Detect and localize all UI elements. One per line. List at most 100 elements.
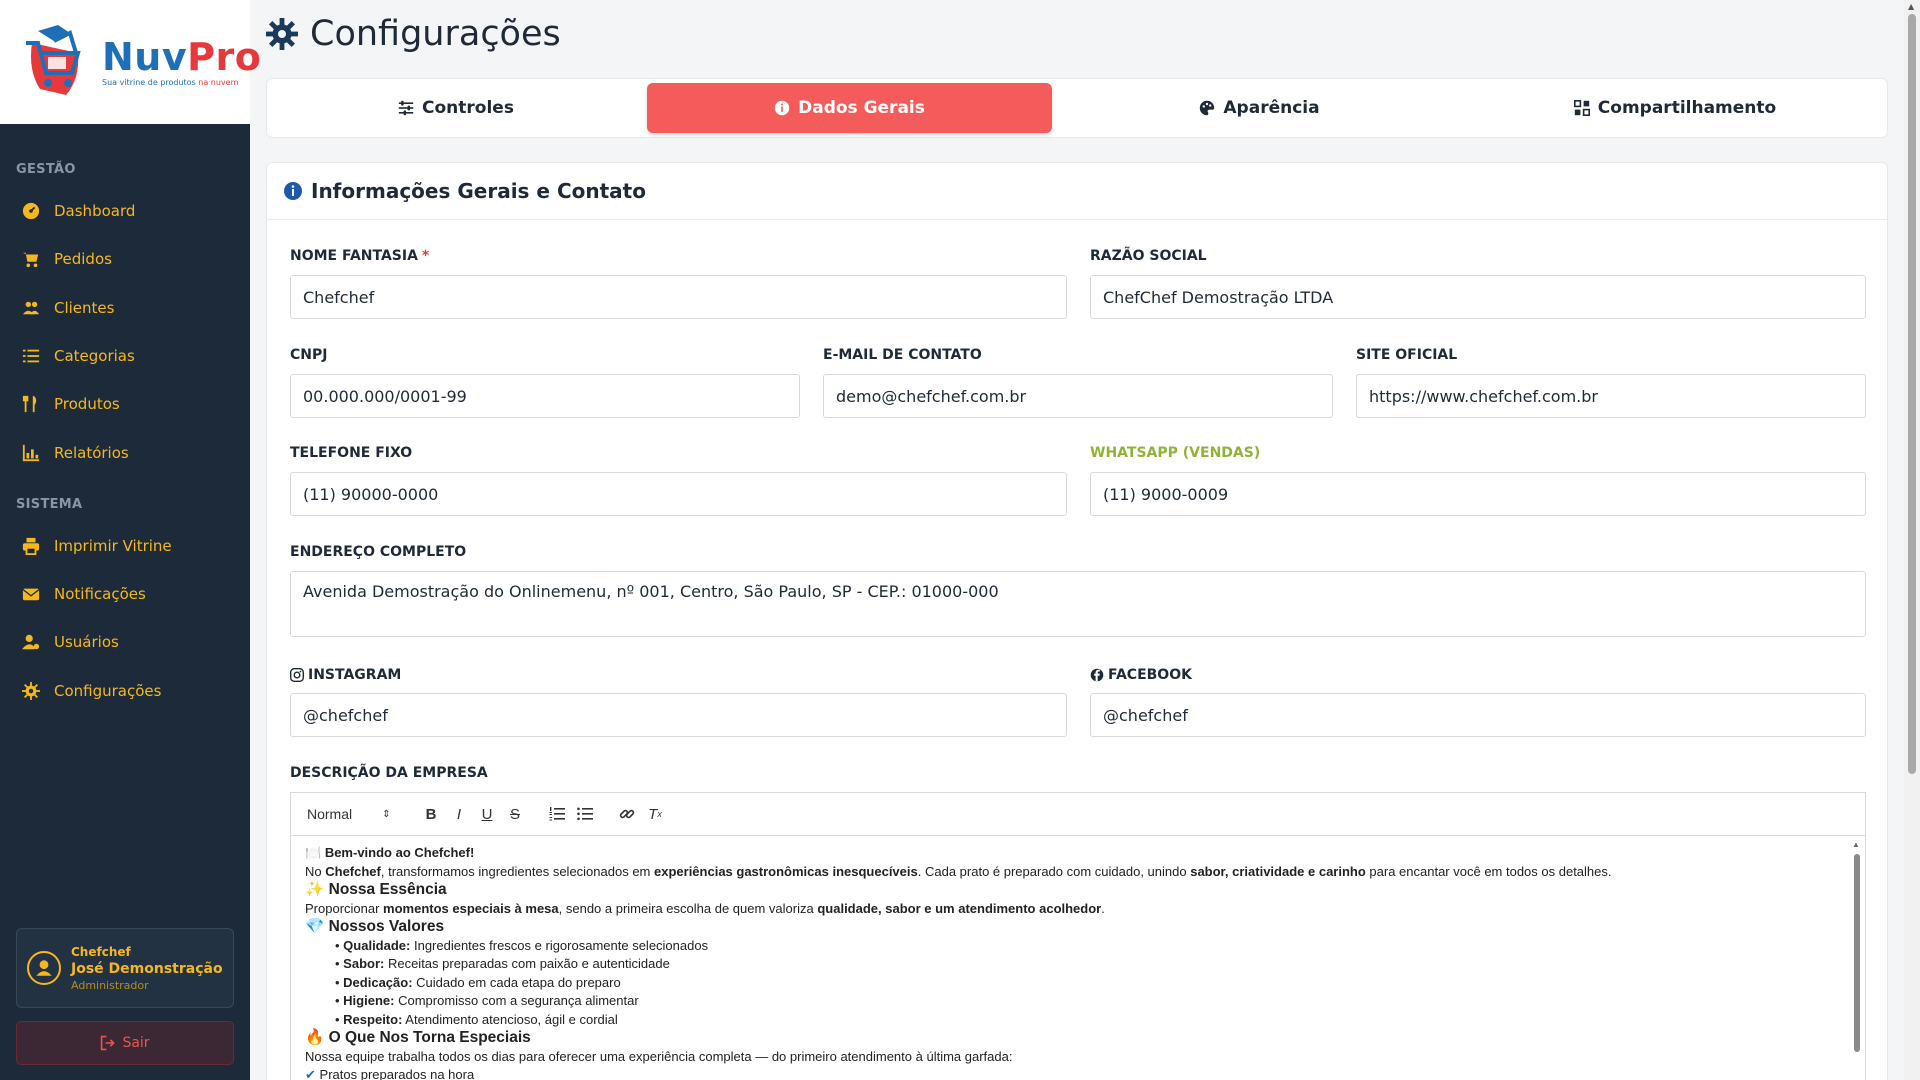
logout-button[interactable]: Sair	[16, 1021, 234, 1065]
sidebar-item-categorias[interactable]: Categorias	[22, 342, 135, 370]
facebook-label: FACEBOOK	[1090, 667, 1192, 683]
facebook-icon	[1090, 668, 1104, 682]
editor-heading: ✨ Nossa Essência	[305, 881, 447, 898]
razao-social-input[interactable]: ChefChef Demostração LTDA	[1090, 275, 1866, 319]
site-input[interactable]: https://www.chefchef.com.br	[1356, 374, 1866, 418]
editor-scroll-thumb[interactable]	[1854, 854, 1860, 1052]
logout-icon	[101, 1035, 116, 1051]
email-input[interactable]: demo@chefchef.com.br	[823, 374, 1333, 418]
endereco-textarea[interactable]: Avenida Demostração do Onlinemenu, nº 00…	[290, 571, 1866, 637]
nome-fantasia-label: NOME FANTASIA *	[290, 248, 430, 264]
sidebar-item-label: Clientes	[54, 299, 115, 317]
page-title-text: Configurações	[310, 14, 561, 54]
sidebar-item-label: Dashboard	[54, 202, 136, 220]
sidebar-item-usuarios[interactable]: Usuários	[22, 628, 119, 656]
instagram-label: INSTAGRAM	[290, 667, 401, 683]
grid-icon	[1573, 100, 1590, 116]
sidebar-item-imprimir-vitrine[interactable]: Imprimir Vitrine	[22, 532, 172, 560]
link-button[interactable]	[613, 800, 641, 828]
cart-logo-icon	[18, 23, 96, 101]
info-icon	[774, 100, 790, 116]
sidebar-item-label: Relatórios	[54, 444, 129, 462]
user-circle-icon	[36, 960, 52, 976]
envelope-icon	[22, 588, 40, 601]
section-title-gestao: GESTÃO	[16, 162, 76, 177]
description-editor[interactable]: 🍽️ Bem-vindo ao Chefchef! No Chefchef, t…	[290, 836, 1866, 1080]
utensils-icon	[22, 395, 37, 413]
nome-fantasia-input[interactable]: Chefchef	[290, 275, 1067, 319]
user-cog-icon	[22, 634, 40, 650]
logout-label: Sair	[122, 1035, 150, 1051]
descricao-label: DESCRIÇÃO DA EMPRESA	[290, 765, 488, 781]
instagram-icon	[290, 668, 304, 682]
instagram-input[interactable]: @chefchef	[290, 693, 1067, 737]
list-icon	[22, 349, 40, 363]
editor-bullet: • Qualidade: Ingredientes frescos e rigo…	[335, 937, 709, 953]
underline-button[interactable]: U	[473, 800, 501, 828]
tab-controles[interactable]: Controles	[271, 83, 641, 133]
sidebar-item-dashboard[interactable]: Dashboard	[22, 197, 135, 225]
clear-format-button[interactable]: Tx	[641, 800, 669, 828]
facebook-input[interactable]: @chefchef	[1090, 693, 1866, 737]
tab-label: Compartilhamento	[1597, 98, 1777, 118]
format-select-value: Normal	[307, 806, 353, 822]
cart-icon	[22, 252, 39, 268]
cnpj-input[interactable]: 00.000.000/0001-99	[290, 374, 800, 418]
editor-line: Nossa equipe trabalha todos os dias para…	[305, 1048, 1013, 1064]
whatsapp-input[interactable]: (11) 9000-0009	[1090, 472, 1866, 516]
sidebar-item-relatorios[interactable]: Relatórios	[22, 439, 129, 467]
plate-icon: 🍽️	[305, 845, 322, 860]
sidebar-item-label: Pedidos	[54, 250, 112, 268]
fire-icon: 🔥	[305, 1029, 325, 1046]
editor-heading: 🔥 O Que Nos Torna Especiais	[305, 1029, 531, 1046]
user-company: Chefchef	[71, 944, 131, 959]
sidebar-item-notificacoes[interactable]: Notificações	[22, 580, 146, 608]
select-arrows-icon: ⇕	[382, 808, 391, 820]
user-role: Administrador	[71, 978, 149, 992]
gear-icon	[22, 682, 40, 700]
editor-line: 🍽️ Bem-vindo ao Chefchef!	[305, 845, 475, 860]
page-title: Configurações	[266, 14, 561, 54]
whatsapp-label: WHATSAPP (VENDAS)	[1090, 445, 1261, 461]
sidebar-item-pedidos[interactable]: Pedidos	[22, 245, 112, 273]
strike-button[interactable]: S	[501, 800, 529, 828]
tab-compartilhamento[interactable]: Compartilhamento	[1467, 83, 1883, 133]
editor-line: ✔ Pratos preparados na hora	[305, 1067, 475, 1080]
email-label: E-MAIL DE CONTATO	[823, 347, 982, 363]
sidebar-item-label: Usuários	[54, 633, 119, 651]
general-info-card: Informações Gerais e Contato NOME FANTAS…	[266, 162, 1888, 1080]
tab-dados-gerais[interactable]: Dados Gerais	[647, 83, 1052, 133]
tab-label: Controles	[422, 98, 514, 118]
sidebar-item-clientes[interactable]: Clientes	[22, 294, 114, 322]
page-scrollbar[interactable]: ▲	[1904, 0, 1920, 1080]
link-icon	[619, 809, 635, 819]
check-icon: ✔	[305, 1067, 316, 1080]
tab-label: Dados Gerais	[798, 98, 925, 118]
scroll-up-icon[interactable]: ▲	[1852, 840, 1860, 849]
bullet-list-button[interactable]	[571, 800, 599, 828]
section-title-sistema: SISTEMA	[16, 497, 83, 512]
scroll-up-icon[interactable]: ▲	[1908, 2, 1914, 11]
brand-logo[interactable]: NuvPro Sua vitrine de produtos na nuvem	[0, 0, 261, 124]
tab-aparencia[interactable]: Aparência	[1057, 83, 1462, 133]
editor-bullet: • Dedicação: Cuidado em cada etapa do pr…	[335, 974, 621, 990]
razao-social-label: RAZÃO SOCIAL	[1090, 248, 1207, 264]
page-scroll-thumb[interactable]	[1908, 14, 1916, 774]
editor-scrollbar[interactable]: ▲	[1851, 840, 1861, 1080]
printer-icon	[22, 537, 40, 555]
user-card[interactable]: Chefchef José Demonstração Administrador	[16, 928, 234, 1008]
sparkles-icon: ✨	[305, 881, 325, 898]
bold-button[interactable]: B	[417, 800, 445, 828]
format-select[interactable]: Normal ⇕	[307, 806, 417, 822]
sidebar-item-produtos[interactable]: Produtos	[22, 390, 120, 418]
brand-name: NuvPro	[102, 35, 262, 79]
palette-icon	[1200, 100, 1215, 116]
ordered-list-button[interactable]	[543, 800, 571, 828]
editor-bullet: • Respeito: Atendimento atencioso, ágil …	[335, 1011, 618, 1027]
telefone-input[interactable]: (11) 90000-0000	[290, 472, 1067, 516]
sliders-icon	[398, 100, 414, 116]
italic-button[interactable]: I	[445, 800, 473, 828]
sidebar-item-configuracoes[interactable]: Configurações	[22, 677, 161, 705]
endereco-label: ENDEREÇO COMPLETO	[290, 544, 467, 560]
editor-bullet: • Sabor: Receitas preparadas com paixão …	[335, 956, 670, 971]
